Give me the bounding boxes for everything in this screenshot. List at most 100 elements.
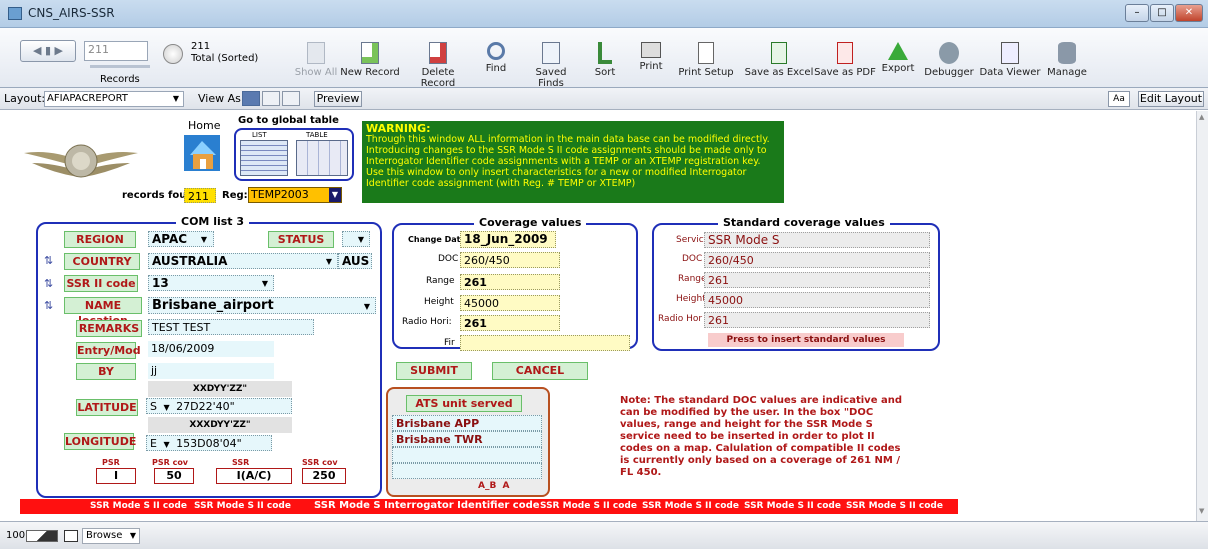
- tab-ssr-code-4[interactable]: SSR Mode S II code: [642, 501, 739, 511]
- new-record-button[interactable]: New Record: [340, 42, 400, 78]
- radio-horizon-field[interactable]: 261: [460, 315, 560, 331]
- save-as-excel-button[interactable]: Save as Excel: [744, 42, 814, 78]
- form-view-button[interactable]: [242, 91, 260, 106]
- close-button[interactable]: ✕: [1175, 4, 1203, 22]
- scroll-up-icon[interactable]: ▲: [1199, 113, 1204, 121]
- vertical-scrollbar[interactable]: ▲ ▼: [1196, 111, 1208, 521]
- records-found-value: 211: [184, 188, 216, 203]
- new-record-icon: [361, 42, 379, 64]
- status-select[interactable]: ▼: [342, 231, 370, 247]
- scroll-down-icon[interactable]: ▼: [1199, 507, 1204, 515]
- by-field[interactable]: jj: [148, 363, 274, 379]
- ats-unit-4[interactable]: [392, 463, 542, 479]
- ssr-value[interactable]: I(A/C): [216, 468, 292, 484]
- insert-standard-button[interactable]: Press to insert standard values: [708, 333, 904, 347]
- ats-unit-2[interactable]: Brisbane TWR: [392, 431, 542, 447]
- tab-ssr-code-3[interactable]: SSR Mode S II code: [540, 501, 637, 511]
- edit-layout-button[interactable]: Edit Layout: [1138, 91, 1204, 107]
- longitude-format: XXXDYY'ZZ": [148, 417, 292, 433]
- entry-mod-field[interactable]: 18/06/2009: [148, 341, 274, 357]
- home-button[interactable]: [180, 133, 224, 173]
- tab-ssr-code-6[interactable]: SSR Mode S II code: [846, 501, 943, 511]
- list-view-button[interactable]: [262, 91, 280, 106]
- table-thumbnail[interactable]: [296, 140, 348, 176]
- range-field[interactable]: 261: [460, 274, 560, 290]
- print-button[interactable]: Print: [633, 42, 669, 72]
- ats-unit-1[interactable]: Brisbane APP: [392, 415, 542, 431]
- mode-select[interactable]: Browse ▼: [82, 528, 140, 544]
- tab-ssr-code-2[interactable]: SSR Mode S II code: [194, 501, 291, 511]
- fir-field[interactable]: [460, 335, 630, 351]
- print-setup-button[interactable]: Print Setup: [675, 42, 737, 78]
- longitude-field[interactable]: E ▼ 153D08'04": [146, 435, 272, 451]
- std-height-label: Height: [676, 294, 706, 304]
- zoom-level[interactable]: 100: [6, 530, 25, 541]
- change-date-label: Change Date: [408, 235, 466, 244]
- show-all-button[interactable]: Show All: [291, 42, 341, 78]
- sort-az-icon[interactable]: ⇅: [44, 254, 53, 267]
- status-toggle-icon[interactable]: [64, 530, 78, 542]
- std-doc-field[interactable]: 260/450: [704, 252, 930, 268]
- debugger-button[interactable]: Debugger: [921, 42, 977, 78]
- ssr-code-label: SSR II code: [64, 275, 138, 292]
- ats-unit-3[interactable]: [392, 447, 542, 463]
- record-slider[interactable]: [90, 65, 150, 68]
- radio-horizon-label: Radio Hori:: [402, 317, 452, 327]
- sort-button[interactable]: Sort: [590, 42, 620, 78]
- std-range-field[interactable]: 261: [704, 272, 930, 288]
- name-location-select[interactable]: Brisbane_airport ▼: [148, 297, 376, 314]
- change-date-field[interactable]: 18_Jun_2009: [460, 231, 556, 248]
- sort-az-icon[interactable]: ⇅: [44, 277, 53, 290]
- by-label: BY: [76, 363, 136, 380]
- manage-button[interactable]: Manage: [1042, 42, 1092, 78]
- chevron-down-icon: ▼: [325, 257, 332, 266]
- region-select[interactable]: APAC ▼: [148, 231, 214, 247]
- list-thumbnail[interactable]: [240, 140, 288, 176]
- sort-az-icon[interactable]: ⇅: [44, 299, 53, 312]
- tab-interrogator-code[interactable]: SSR Mode S Interrogator Identifier code: [314, 500, 540, 511]
- zoom-icon[interactable]: [26, 530, 58, 542]
- global-table-label: Go to global table: [238, 115, 339, 126]
- save-as-pdf-button[interactable]: Save as PDF: [814, 42, 876, 78]
- psr-cov-value[interactable]: 50: [154, 468, 194, 484]
- record-number-input[interactable]: 211: [84, 41, 148, 61]
- layout-select[interactable]: AFIAPACREPORT ▼: [44, 91, 184, 107]
- remarks-field[interactable]: TEST TEST: [148, 319, 314, 335]
- latitude-field[interactable]: S ▼ 27D22'40": [146, 398, 292, 414]
- psr-value[interactable]: I: [96, 468, 136, 484]
- cancel-button[interactable]: CANCEL: [492, 362, 588, 380]
- status-label: STATUS: [268, 231, 334, 248]
- global-table-button[interactable]: LIST TABLE: [234, 128, 354, 181]
- std-height-field[interactable]: 45000: [704, 292, 930, 308]
- height-field[interactable]: 45000: [460, 295, 560, 311]
- export-button[interactable]: Export: [880, 42, 916, 74]
- submit-button[interactable]: SUBMIT: [396, 362, 472, 380]
- preview-button[interactable]: Preview: [314, 91, 362, 107]
- delete-record-button[interactable]: Delete Record: [405, 42, 471, 89]
- data-viewer-button[interactable]: Data Viewer: [978, 42, 1042, 78]
- records-label: Records: [100, 74, 140, 85]
- ssr-cov-value[interactable]: 250: [302, 468, 346, 484]
- minimize-button[interactable]: –: [1125, 4, 1149, 22]
- tab-ssr-code-1[interactable]: SSR Mode S II code: [90, 501, 187, 511]
- record-nav-arrows[interactable]: ◀ ▮ ▶: [20, 40, 76, 62]
- content-area: Home Go to global table LIST TABLE recor…: [0, 111, 1196, 521]
- find-button[interactable]: Find: [476, 42, 516, 74]
- reg-select[interactable]: TEMP2003 ▼: [248, 187, 342, 203]
- std-radio-field[interactable]: 261: [704, 312, 930, 328]
- total-count: 211: [191, 41, 211, 52]
- up-arrow-icon: [888, 42, 908, 60]
- chevron-down-icon: ▼: [363, 302, 370, 311]
- ssr-code-select[interactable]: 13 ▼: [148, 275, 274, 291]
- doc-field[interactable]: 260/450: [460, 252, 560, 268]
- maximize-button[interactable]: □: [1150, 4, 1174, 22]
- table-view-button[interactable]: [282, 91, 300, 106]
- saved-finds-button[interactable]: Saved Finds: [522, 42, 580, 89]
- longitude-label: LONGITUDE: [64, 433, 137, 450]
- country-select[interactable]: AUSTRALIA ▼: [148, 253, 338, 269]
- font-size-button[interactable]: Aa: [1108, 91, 1130, 107]
- fir-label: Fir: [444, 338, 455, 348]
- height-label: Height: [424, 297, 454, 307]
- tab-ssr-code-5[interactable]: SSR Mode S II code: [744, 501, 841, 511]
- service-field[interactable]: SSR Mode S: [704, 232, 930, 248]
